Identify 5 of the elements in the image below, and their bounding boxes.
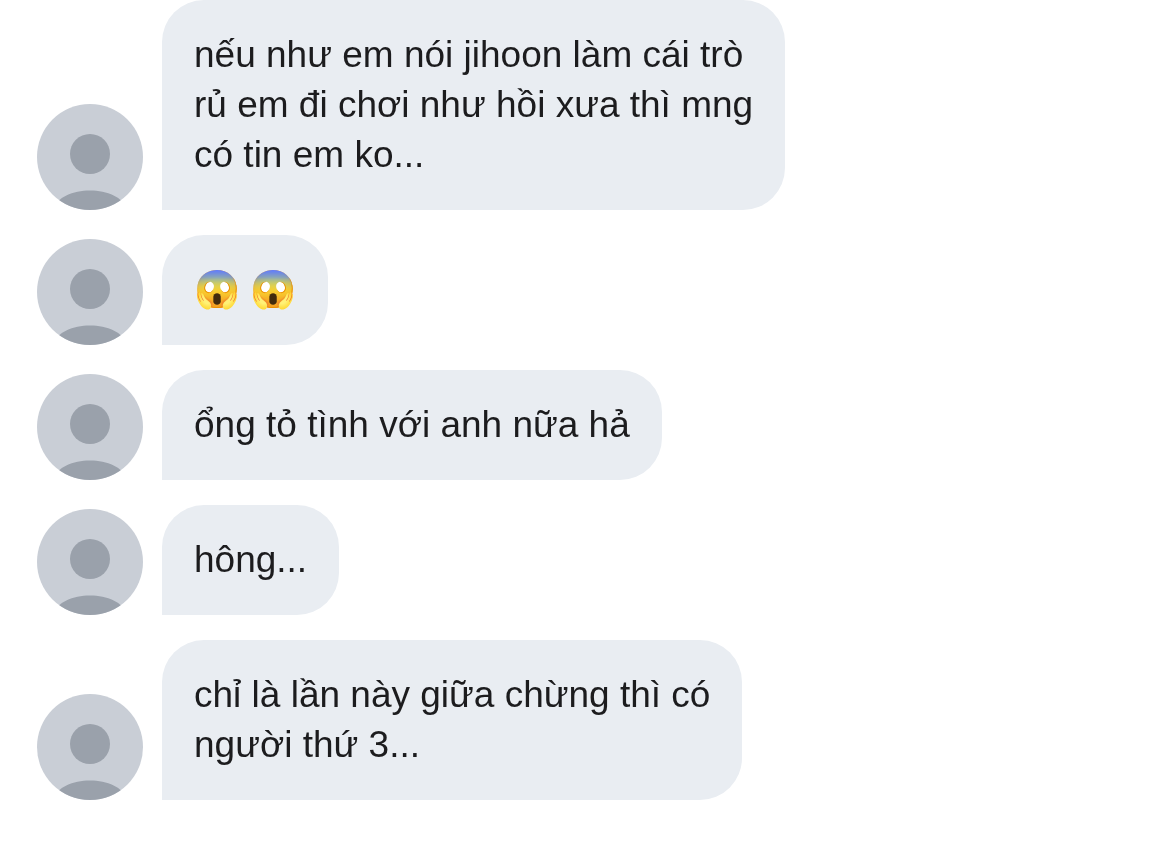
message-bubble: hông...	[162, 505, 340, 615]
message-bubble: chỉ là lần này giữa chừng thì có người thứ 3...	[162, 640, 743, 800]
message-bubble: nếu như em nói jihoon làm cái trò rủ em đi chơi như hồi xưa thì mng có tin em ko...	[162, 0, 786, 210]
message-bubble: 😱 😱	[162, 235, 329, 345]
message-bubble: ổng tỏ tình với anh nữa hả	[162, 370, 662, 480]
